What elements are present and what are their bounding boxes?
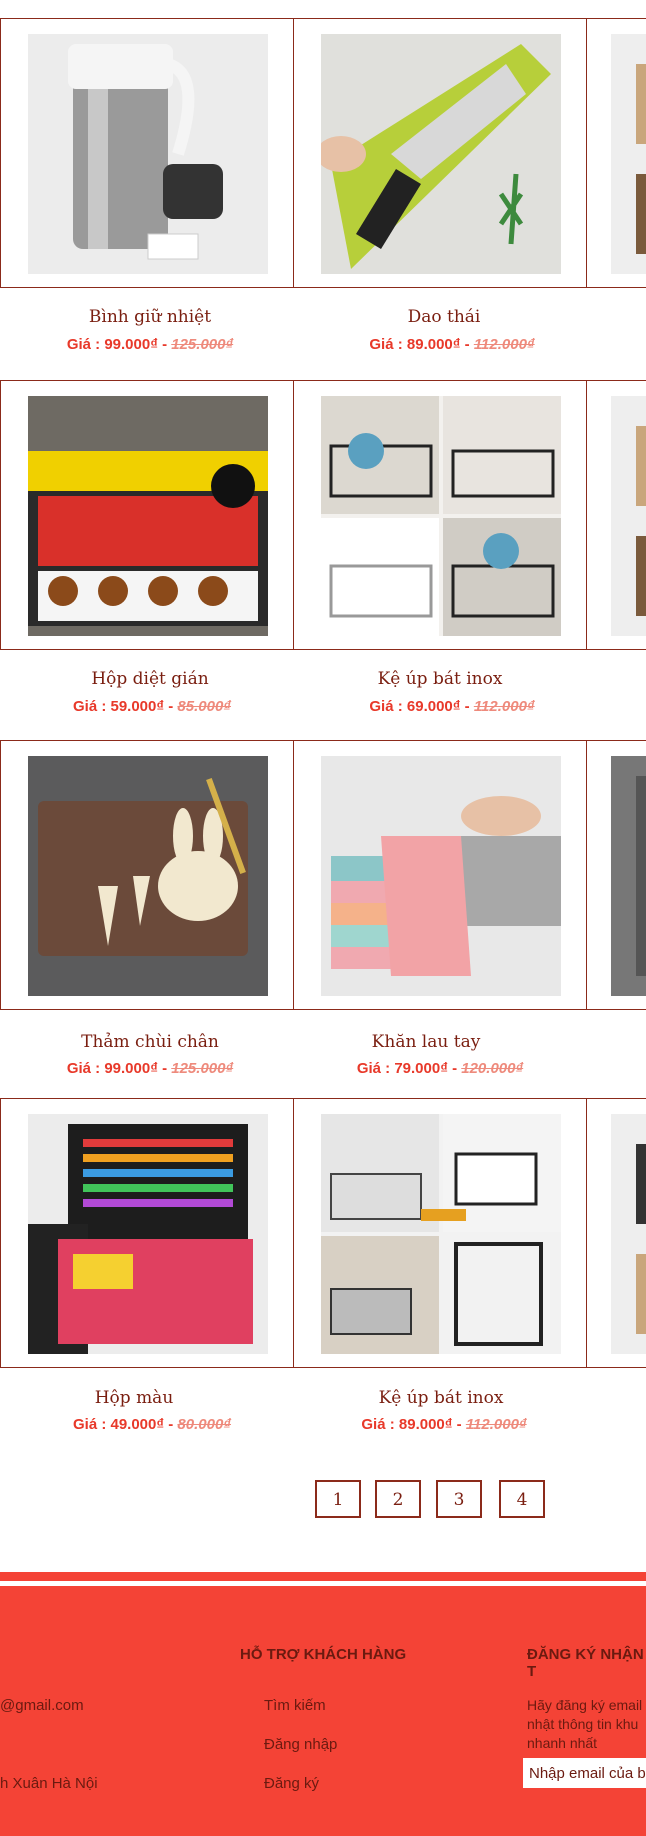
- towel-image[interactable]: [321, 756, 561, 996]
- page-1-button[interactable]: 1: [315, 1480, 361, 1518]
- price-separator: -: [464, 336, 470, 353]
- current-price: Giá : 99.000₫: [66, 336, 158, 353]
- old-price: 125.000₫: [171, 1060, 234, 1077]
- thermos-image[interactable]: [28, 34, 268, 274]
- page-2-button[interactable]: 2: [375, 1480, 421, 1518]
- microwave-shelf-image[interactable]: [321, 1114, 561, 1354]
- price-separator: -: [162, 336, 168, 353]
- contact-email[interactable]: @gmail.com: [0, 1697, 84, 1714]
- product-thumbnail[interactable]: [611, 34, 646, 274]
- product-name[interactable]: Kệ úp bát inox: [291, 1388, 591, 1408]
- product-card[interactable]: [586, 1098, 646, 1368]
- footer-link-search[interactable]: Tìm kiếm: [264, 1697, 326, 1714]
- page-4-button[interactable]: 4: [499, 1480, 545, 1518]
- product-thumbnail[interactable]: [611, 756, 646, 996]
- product-name[interactable]: Hộp màu: [0, 1388, 284, 1408]
- old-price: 112.000₫: [465, 1416, 527, 1433]
- product-card[interactable]: [0, 740, 294, 1010]
- footer-divider: [0, 1572, 646, 1581]
- product-price: Giá : 99.000₫ - 125.000₫: [0, 1060, 310, 1077]
- current-price: Giá : 89.000₫: [361, 1416, 453, 1433]
- product-thumbnail[interactable]: [611, 1114, 646, 1354]
- support-heading: HỖ TRỢ KHÁCH HÀNG: [240, 1646, 407, 1663]
- dish-rack-image[interactable]: [321, 396, 561, 636]
- product-price: Giá : 89.000₫ - 112.000₫: [284, 1416, 604, 1433]
- price-separator: -: [456, 1416, 462, 1433]
- contact-address: h Xuân Hà Nội: [0, 1775, 98, 1792]
- old-price: 85.000₫: [177, 698, 231, 715]
- footer-link-login[interactable]: Đăng nhập: [264, 1736, 337, 1753]
- product-card[interactable]: [0, 380, 294, 650]
- old-price: 80.000₫: [177, 1416, 231, 1433]
- product-card[interactable]: [0, 1098, 294, 1368]
- price-separator: -: [168, 698, 174, 715]
- price-separator: -: [162, 1060, 168, 1077]
- subscribe-email-input[interactable]: [523, 1758, 646, 1788]
- old-price: 112.000₫: [473, 336, 535, 353]
- old-price: 125.000₫: [171, 336, 234, 353]
- roach-trap-image[interactable]: [28, 396, 268, 636]
- old-price: 120.000₫: [461, 1060, 524, 1077]
- product-name[interactable]: Hộp diệt gián: [0, 669, 300, 689]
- price-separator: -: [452, 1060, 458, 1077]
- price-separator: -: [464, 698, 470, 715]
- product-card[interactable]: [0, 18, 294, 288]
- doormat-image[interactable]: [28, 756, 268, 996]
- subscribe-description: Hãy đăng ký email nhật thông tin khu nha…: [527, 1697, 643, 1751]
- subscribe-heading: ĐĂNG KÝ NHẬN T: [527, 1646, 644, 1680]
- art-set-image[interactable]: [28, 1114, 268, 1354]
- product-card[interactable]: [293, 1098, 587, 1368]
- footer: @gmail.com h Xuân Hà Nội HỖ TRỢ KHÁCH HÀ…: [0, 1586, 646, 1836]
- product-name[interactable]: Bình giữ nhiệt: [0, 307, 300, 327]
- product-grid: Bình giữ nhiệt Giá : 99.000₫ - 125.000₫ …: [0, 0, 646, 1540]
- product-name[interactable]: Khăn lau tay: [276, 1032, 576, 1052]
- current-price: Giá : 89.000₫: [369, 336, 461, 353]
- product-price: Giá : 69.000₫ - 112.000₫: [292, 698, 612, 715]
- current-price: Giá : 49.000₫: [72, 1416, 165, 1433]
- product-name[interactable]: Thảm chùi chân: [0, 1032, 300, 1052]
- footer-link-register[interactable]: Đăng ký: [264, 1775, 319, 1792]
- product-price: Giá : 89.000₫ - 112.000₫: [292, 336, 612, 353]
- product-price: Giá : 59.000₫ - 85.000₫: [0, 698, 312, 715]
- product-card[interactable]: [293, 380, 587, 650]
- product-price: Giá : 79.000₫ - 120.000₫: [280, 1060, 600, 1077]
- current-price: Giá : 59.000₫: [72, 698, 165, 715]
- product-card[interactable]: [293, 740, 587, 1010]
- product-thumbnail[interactable]: [611, 396, 646, 636]
- product-card[interactable]: [586, 380, 646, 650]
- old-price: 112.000₫: [473, 698, 535, 715]
- product-card[interactable]: [586, 740, 646, 1010]
- page-3-button[interactable]: 3: [436, 1480, 482, 1518]
- product-card[interactable]: [293, 18, 587, 288]
- knife-image[interactable]: [321, 34, 561, 274]
- product-card[interactable]: [586, 18, 646, 288]
- current-price: Giá : 99.000₫: [66, 1060, 158, 1077]
- current-price: Giá : 69.000₫: [369, 698, 461, 715]
- product-price: Giá : 49.000₫ - 80.000₫: [0, 1416, 312, 1433]
- product-price: Giá : 99.000₫ - 125.000₫: [0, 336, 310, 353]
- current-price: Giá : 79.000₫: [356, 1060, 448, 1077]
- price-separator: -: [168, 1416, 174, 1433]
- product-name[interactable]: Kệ úp bát inox: [290, 669, 590, 689]
- product-name[interactable]: Dao thái: [294, 307, 594, 327]
